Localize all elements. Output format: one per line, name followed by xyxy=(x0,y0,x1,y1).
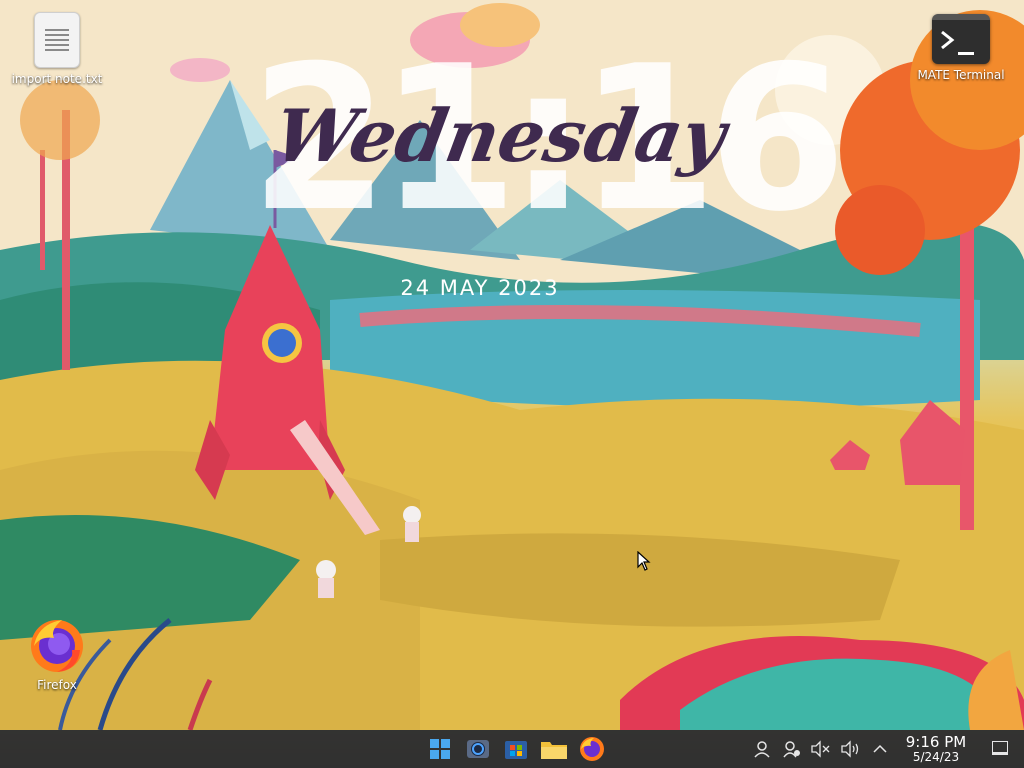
tray-clock-time: 9:16 PM xyxy=(905,733,967,751)
desktop[interactable]: 21:16 Wednesday 24 MAY 2023 import note.… xyxy=(0,0,1024,768)
volume-icon xyxy=(841,740,859,758)
show-desktop-button[interactable] xyxy=(992,741,1008,755)
desktop-icon-mate-terminal[interactable]: MATE Terminal xyxy=(906,14,1016,82)
firefox-icon xyxy=(28,616,86,674)
clock-widget-day: Wednesday xyxy=(268,93,732,178)
firefox-icon xyxy=(580,737,604,761)
desktop-icon-import-note[interactable]: import note.txt xyxy=(2,12,112,86)
desktop-icon-firefox[interactable]: Firefox xyxy=(2,616,112,692)
volume-tray-button[interactable] xyxy=(840,739,862,759)
terminal-icon xyxy=(932,14,990,64)
search-circle-icon xyxy=(467,740,489,758)
user-tray-button[interactable] xyxy=(752,739,774,759)
mute-icon xyxy=(811,740,830,758)
user-icon xyxy=(754,741,770,758)
start-menu-button[interactable] xyxy=(424,734,456,764)
desktop-icon-label: Firefox xyxy=(37,678,77,692)
store-icon xyxy=(505,741,527,759)
chevron-up-icon xyxy=(873,744,887,753)
taskbar: 9:16 PM 5/24/23 xyxy=(0,730,1024,768)
network-icon xyxy=(783,741,800,758)
firefox-taskbar-button[interactable] xyxy=(576,734,608,764)
mouse-cursor-icon xyxy=(637,551,651,571)
tray-clock[interactable]: 9:16 PM 5/24/23 xyxy=(896,734,976,764)
search-button[interactable] xyxy=(462,734,494,764)
file-manager-button[interactable] xyxy=(538,734,570,764)
tray-overflow-button[interactable] xyxy=(871,739,893,759)
desktop-icon-label: MATE Terminal xyxy=(917,68,1005,82)
folder-icon xyxy=(541,742,567,759)
clock-widget-date: 24 MAY 2023 xyxy=(400,276,560,300)
store-button[interactable] xyxy=(500,734,532,764)
network-tray-button[interactable] xyxy=(782,739,804,759)
tray-clock-date: 5/24/23 xyxy=(912,749,960,764)
desktop-icon-label: import note.txt xyxy=(11,72,103,86)
mute-tray-button[interactable] xyxy=(810,739,832,759)
windows-start-icon xyxy=(430,739,450,759)
text-file-icon xyxy=(34,12,80,68)
